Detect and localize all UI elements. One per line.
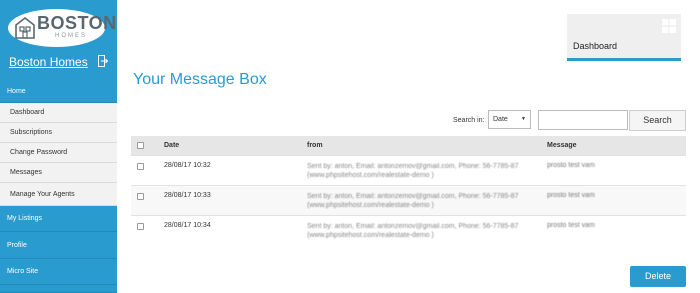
sidebar-item-dashboard[interactable]: Dashboard: [0, 103, 117, 123]
page-title: Your Message Box: [133, 71, 267, 88]
chevron-down-icon: ▼: [521, 116, 526, 122]
row-from-line2: (www.phpsitehost.com/realestate-demo ): [307, 172, 434, 179]
search-field-select[interactable]: Date ▼: [488, 110, 531, 129]
row-from-line1: Sent by: anton, Email: antonzemov@gmail.…: [307, 223, 519, 230]
row-date: 28/08/17 10:32: [164, 162, 211, 169]
row-message: prosto test vam: [547, 192, 595, 199]
sidebar-item-change-password[interactable]: Change Password: [0, 143, 117, 163]
sidebar-item-manage-agents[interactable]: Manage Your Agents: [0, 183, 117, 206]
search-field-value: Date: [493, 116, 508, 123]
search-input[interactable]: [538, 110, 628, 130]
header-from[interactable]: from: [307, 142, 537, 149]
row-checkbox[interactable]: [137, 223, 144, 230]
logout-icon[interactable]: [98, 55, 108, 67]
row-from-line1: Sent by: anton, Email: antonzemov@gmail.…: [307, 193, 519, 200]
dashboard-tile[interactable]: Dashboard: [567, 14, 681, 61]
sidebar-item-messages[interactable]: Messages: [0, 163, 117, 183]
row-from-line1: Sent by: anton, Email: antonzemov@gmail.…: [307, 163, 519, 170]
row-date: 28/08/17 10:33: [164, 192, 211, 199]
brand-logo[interactable]: BOSTON HOMES: [8, 9, 116, 47]
row-from: Sent by: anton, Email: antonzemov@gmail.…: [307, 222, 537, 240]
row-from-line2: (www.phpsitehost.com/realestate-demo ): [307, 232, 434, 239]
table-header: Date from Message: [131, 136, 686, 155]
windows-icon: [662, 19, 676, 33]
row-from: Sent by: anton, Email: antonzemov@gmail.…: [307, 192, 537, 210]
select-all-checkbox[interactable]: [137, 142, 144, 149]
delete-button[interactable]: Delete: [630, 266, 686, 287]
brand-name: BOSTON: [37, 13, 117, 33]
sidebar: BOSTON HOMES Boston Homes Home Dashboard…: [0, 0, 117, 293]
header-message[interactable]: Message: [547, 142, 577, 149]
row-checkbox[interactable]: [137, 193, 144, 200]
row-from: Sent by: anton, Email: antonzemov@gmail.…: [307, 162, 537, 180]
sidebar-section-micro-site[interactable]: Micro Site: [0, 259, 117, 285]
messages-table: Date from Message 28/08/17 10:32 Sent by…: [131, 136, 686, 245]
table-row: 28/08/17 10:34 Sent by: anton, Email: an…: [131, 215, 686, 245]
sidebar-section-my-listings[interactable]: My Listings: [0, 206, 117, 232]
sidebar-section-more[interactable]: [0, 285, 117, 293]
table-row: 28/08/17 10:33 Sent by: anton, Email: an…: [131, 185, 686, 215]
header-date[interactable]: Date: [164, 142, 179, 149]
sidebar-section-home[interactable]: Home: [0, 80, 117, 103]
row-message: prosto test vam: [547, 162, 595, 169]
table-row: 28/08/17 10:32 Sent by: anton, Email: an…: [131, 155, 686, 185]
house-icon: [15, 17, 35, 39]
row-from-line2: (www.phpsitehost.com/realestate-demo ): [307, 202, 434, 209]
sidebar-item-subscriptions[interactable]: Subscriptions: [0, 123, 117, 143]
sidebar-section-profile[interactable]: Profile: [0, 232, 117, 259]
row-date: 28/08/17 10:34: [164, 222, 211, 229]
search-button[interactable]: Search: [629, 110, 686, 131]
dashboard-tile-label: Dashboard: [573, 41, 618, 51]
site-link[interactable]: Boston Homes: [9, 55, 88, 69]
brand-tagline: HOMES: [55, 33, 88, 39]
logo-area: BOSTON HOMES Boston Homes: [0, 0, 117, 80]
row-message: prosto test vam: [547, 222, 595, 229]
row-checkbox[interactable]: [137, 163, 144, 170]
search-label: Search in:: [453, 117, 485, 124]
